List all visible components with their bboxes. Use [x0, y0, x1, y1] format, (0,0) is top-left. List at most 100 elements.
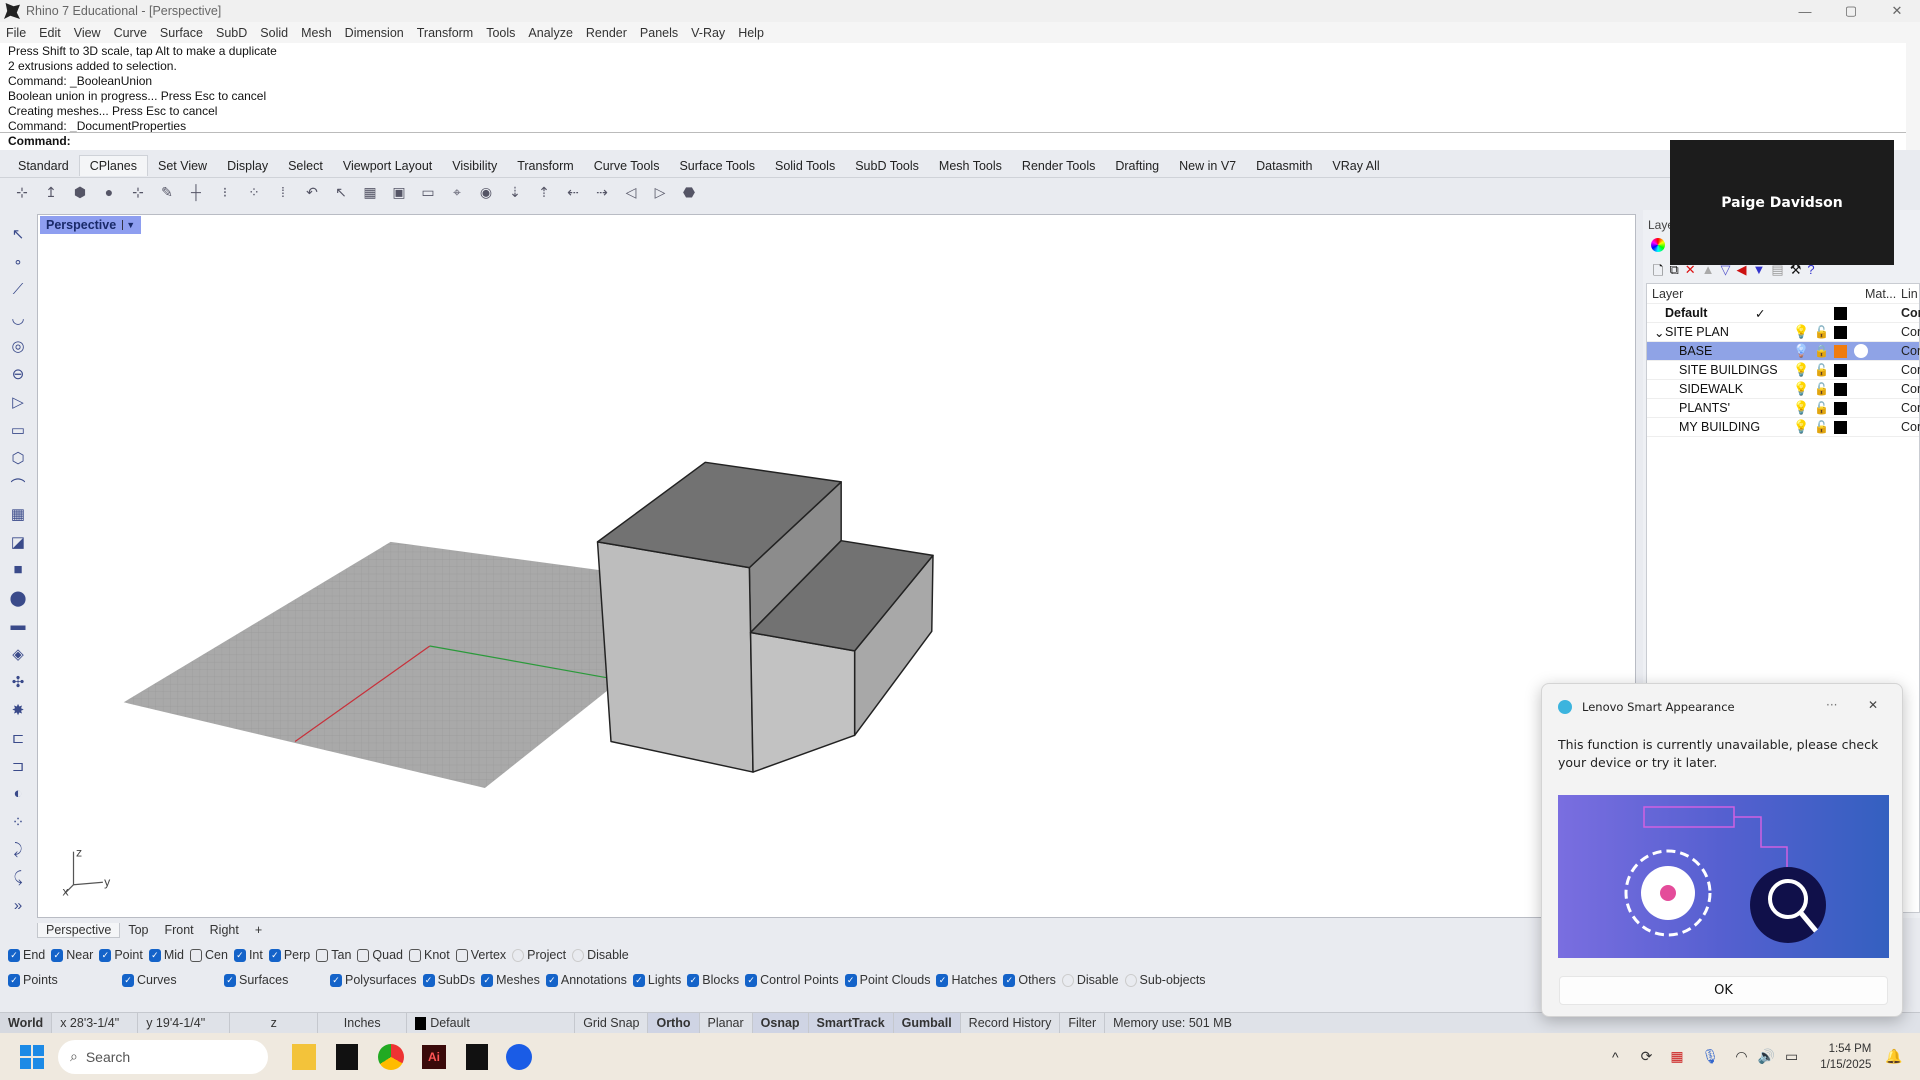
volume-icon[interactable]: 🔊: [1758, 1048, 1775, 1065]
checkbox-vertex[interactable]: Vertex: [456, 948, 506, 962]
cplane-dynamic-icon[interactable]: ⬣: [677, 181, 701, 203]
layer-linetype[interactable]: Cor: [1901, 401, 1920, 415]
tab-subd-tools[interactable]: SubD Tools: [845, 159, 929, 173]
checkbox-knot[interactable]: Knot: [409, 948, 450, 962]
cplane-3-point-icon[interactable]: ⊹: [126, 181, 150, 203]
menu-analyze[interactable]: Analyze: [528, 26, 572, 40]
lock-icon[interactable]: 🔒: [1814, 344, 1829, 358]
cplane-eye-icon[interactable]: ◉: [474, 181, 498, 203]
tab-solid-tools[interactable]: Solid Tools: [765, 159, 845, 173]
boolean-icon[interactable]: ✣: [5, 670, 31, 693]
new-sublayer-icon[interactable]: ⧉: [1669, 262, 1678, 284]
tab-surface-tools[interactable]: Surface Tools: [669, 159, 765, 173]
lock-icon[interactable]: 🔓: [1814, 401, 1829, 415]
move-parent-icon[interactable]: ◀: [1737, 262, 1747, 284]
col-material[interactable]: Mat...: [1865, 287, 1896, 301]
layer-color-swatch[interactable]: [1834, 307, 1847, 320]
menu-v-ray[interactable]: V-Ray: [691, 26, 725, 40]
layer-linetype[interactable]: Cor: [1901, 363, 1920, 377]
tab-display[interactable]: Display: [217, 159, 278, 173]
cplane-to-object-icon[interactable]: ⬢: [68, 181, 92, 203]
cylinder-icon[interactable]: ▬: [5, 614, 31, 637]
viewport-dropdown-icon[interactable]: ▼: [122, 220, 135, 230]
checkbox-annotations[interactable]: ✓Annotations: [546, 973, 627, 987]
clock[interactable]: 1:54 PM1/15/2025: [1820, 1041, 1871, 1073]
toggle-osnap[interactable]: Osnap: [753, 1013, 809, 1034]
checkbox-curves[interactable]: ✓Curves: [122, 973, 218, 987]
checkbox-blocks[interactable]: ✓Blocks: [687, 973, 739, 987]
menu-solid[interactable]: Solid: [260, 26, 288, 40]
tab-vray-all[interactable]: VRay All: [1322, 159, 1389, 173]
move-up-icon[interactable]: ▲: [1702, 262, 1715, 284]
point-icon[interactable]: ∘: [5, 250, 31, 273]
cplane-sphere-icon[interactable]: ●: [97, 181, 121, 203]
checkbox-sub-objects[interactable]: Sub-objects: [1125, 973, 1206, 987]
layer-row-site-plan[interactable]: ⌄SITE PLAN💡🔓Cor: [1647, 323, 1919, 342]
illustrator-icon[interactable]: Ai: [422, 1045, 446, 1069]
minimize-button[interactable]: —: [1782, 0, 1828, 22]
cplane-origin-icon[interactable]: ⁝: [213, 181, 237, 203]
tab-render-tools[interactable]: Render Tools: [1012, 159, 1105, 173]
checkbox-int[interactable]: ✓Int: [234, 948, 263, 962]
visibility-bulb-icon[interactable]: 💡: [1793, 362, 1809, 378]
arc-icon[interactable]: ▷: [5, 390, 31, 413]
tab-new-in-v7[interactable]: New in V7: [1169, 159, 1246, 173]
ellipse-icon[interactable]: ⊖: [5, 362, 31, 385]
zoom-icon[interactable]: [506, 1044, 532, 1070]
trim-icon[interactable]: ⊐: [5, 754, 31, 777]
tab-select[interactable]: Select: [278, 159, 333, 173]
cplane-perpendicular-icon[interactable]: ⁞: [271, 181, 295, 203]
layer-color-swatch[interactable]: [1834, 421, 1847, 434]
cplane-select-icon[interactable]: ↖: [329, 181, 353, 203]
command-input[interactable]: Command:: [0, 132, 1906, 150]
checkbox-control-points[interactable]: ✓Control Points: [745, 973, 839, 987]
viewport-tab-top[interactable]: Top: [120, 923, 156, 937]
menu-transform[interactable]: Transform: [417, 26, 474, 40]
polyline-icon[interactable]: ⟋: [5, 278, 31, 301]
tab-drafting[interactable]: Drafting: [1105, 159, 1169, 173]
toggle-planar[interactable]: Planar: [700, 1013, 753, 1034]
microphone-icon[interactable]: 🎙: [1702, 1048, 1720, 1065]
tab-cplanes[interactable]: CPlanes: [79, 155, 148, 176]
perspective-viewport[interactable]: z y x Perspective ▼: [37, 214, 1636, 918]
layer-row-sidewalk[interactable]: SIDEWALK💡🔓Cor: [1647, 380, 1919, 399]
start-button[interactable]: [20, 1045, 44, 1069]
checkbox-near[interactable]: ✓Near: [51, 948, 93, 962]
app-tray-icon[interactable]: ▦: [1670, 1048, 1683, 1065]
checkbox-subds[interactable]: ✓SubDs: [423, 973, 476, 987]
checkbox-disable[interactable]: Disable: [1062, 973, 1119, 987]
cplane-down-icon[interactable]: ⇣: [503, 181, 527, 203]
menu-surface[interactable]: Surface: [160, 26, 203, 40]
layer-color-swatch[interactable]: [1834, 326, 1847, 339]
layer-row-my-building[interactable]: MY BUILDING💡🔓Cor: [1647, 418, 1919, 437]
menu-subd[interactable]: SubD: [216, 26, 247, 40]
checkbox-quad[interactable]: Quad: [357, 948, 403, 962]
visibility-bulb-icon[interactable]: 💡: [1793, 343, 1809, 359]
layer-linetype[interactable]: Cor: [1901, 420, 1920, 434]
tab-standard[interactable]: Standard: [8, 159, 79, 173]
checkbox-cen[interactable]: Cen: [190, 948, 228, 962]
checkbox-hatches[interactable]: ✓Hatches: [936, 973, 997, 987]
box-icon[interactable]: ■: [5, 558, 31, 581]
search-box[interactable]: ⌕Search: [58, 1040, 268, 1074]
col-linetype[interactable]: Lin: [1901, 287, 1918, 301]
fillet-curve-icon[interactable]: ⌒: [5, 474, 31, 497]
layer-linetype[interactable]: Cor: [1901, 306, 1920, 320]
surface-from-points-icon[interactable]: ▦: [5, 502, 31, 525]
curve-end-icon[interactable]: ⤸: [5, 838, 31, 861]
menu-mesh[interactable]: Mesh: [301, 26, 332, 40]
checkbox-meshes[interactable]: ✓Meshes: [481, 973, 540, 987]
visibility-bulb-icon[interactable]: 💡: [1793, 324, 1809, 340]
toggle-record-history[interactable]: Record History: [961, 1013, 1061, 1034]
layer-row-site-buildings[interactable]: SITE BUILDINGS💡🔓Cor: [1647, 361, 1919, 380]
tools-icon[interactable]: ▤: [1771, 262, 1783, 284]
notification-close-button[interactable]: ✕: [1868, 698, 1878, 712]
cplane-rotate-icon[interactable]: ✎: [155, 181, 179, 203]
circle-icon[interactable]: ◎: [5, 334, 31, 357]
ok-button[interactable]: OK: [1559, 976, 1888, 1005]
material-swatch[interactable]: [1854, 344, 1868, 358]
hammer-icon[interactable]: ⚒: [1790, 262, 1802, 284]
maximize-button[interactable]: ▢: [1828, 0, 1874, 22]
menu-view[interactable]: View: [74, 26, 101, 40]
building-solid[interactable]: [598, 462, 933, 772]
